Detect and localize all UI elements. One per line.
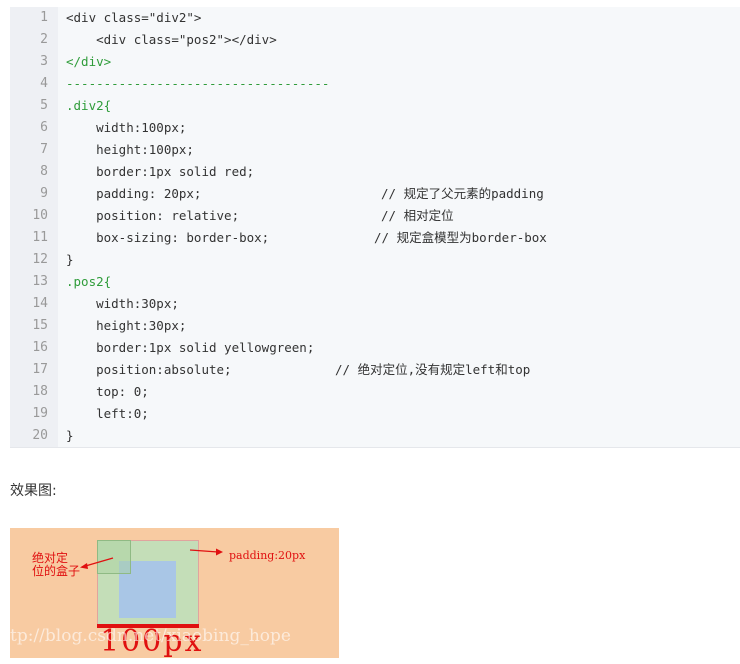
line-number: 18 bbox=[32, 384, 48, 399]
padding-label: padding:20px bbox=[229, 549, 306, 562]
line-number: 13 bbox=[32, 274, 48, 289]
code-text: </div> bbox=[66, 54, 112, 69]
code-text: height:30px; bbox=[66, 318, 187, 333]
code-text: width:30px; bbox=[66, 296, 179, 311]
line-number: 1 bbox=[40, 10, 48, 25]
code-text: } bbox=[66, 428, 74, 443]
code-text: border:1px solid yellowgreen; bbox=[66, 340, 315, 355]
code-text: position: relative; bbox=[66, 208, 240, 223]
code-text: position:absolute; bbox=[66, 362, 232, 377]
code-text: width:100px; bbox=[66, 120, 187, 135]
code-text: border:1px solid red; bbox=[66, 164, 255, 179]
line-number: 6 bbox=[40, 120, 48, 135]
arrow-to-padding bbox=[189, 549, 219, 553]
code-text: <div class="div2"> bbox=[66, 10, 202, 25]
demo-image: 绝对定 位的盒子 padding:20px 100px tp://blog.cs… bbox=[10, 528, 339, 658]
code-block: 1 <div class="div2"> 2 <div class="pos2"><… bbox=[10, 7, 740, 448]
code-text: .pos2{ bbox=[66, 274, 112, 289]
line-number: 20 bbox=[32, 428, 48, 443]
code-text: } bbox=[66, 252, 74, 267]
arrowhead-padding bbox=[216, 548, 223, 556]
line-number: 2 bbox=[40, 32, 48, 47]
code-text: padding: 20px; bbox=[66, 186, 202, 201]
absolute-box-label-line2: 位的盒子 bbox=[32, 564, 81, 578]
code-comment: // 相对定位 bbox=[381, 208, 454, 223]
line-number: 15 bbox=[32, 318, 48, 333]
line-number: 3 bbox=[40, 54, 48, 69]
line-number: 17 bbox=[32, 362, 48, 377]
code-text: ----------------------------------- bbox=[66, 76, 330, 91]
code-comment: // 规定盒模型为border-box bbox=[374, 230, 547, 245]
line-number: 7 bbox=[40, 142, 48, 157]
watermark: tp://blog.csdn.net/xiaobing_hope bbox=[10, 626, 291, 646]
code-text: <div class="pos2"></div> bbox=[66, 32, 277, 47]
line-number: 16 bbox=[32, 340, 48, 355]
code-text: box-sizing: border-box; bbox=[66, 230, 270, 245]
line-number: 12 bbox=[32, 252, 48, 267]
code-text: top: 0; bbox=[66, 384, 149, 399]
line-number: 4 bbox=[40, 76, 48, 91]
code-comment: // 规定了父元素的padding bbox=[381, 186, 544, 201]
code-text: .div2{ bbox=[66, 98, 112, 113]
effect-caption: 效果图: bbox=[10, 483, 57, 499]
line-number: 9 bbox=[40, 186, 48, 201]
arrowhead-box bbox=[80, 563, 88, 569]
code-text: left:0; bbox=[66, 406, 149, 421]
code-text: height:100px; bbox=[66, 142, 194, 157]
line-number: 14 bbox=[32, 296, 48, 311]
line-number: 19 bbox=[32, 406, 48, 421]
code-comment: // 绝对定位,没有规定left和top bbox=[335, 362, 531, 377]
line-number: 8 bbox=[40, 164, 48, 179]
line-number: 11 bbox=[32, 230, 48, 245]
line-number: 5 bbox=[40, 98, 48, 113]
absolute-box-label: 绝对定 位的盒子 bbox=[32, 552, 80, 578]
line-number: 10 bbox=[32, 208, 48, 223]
